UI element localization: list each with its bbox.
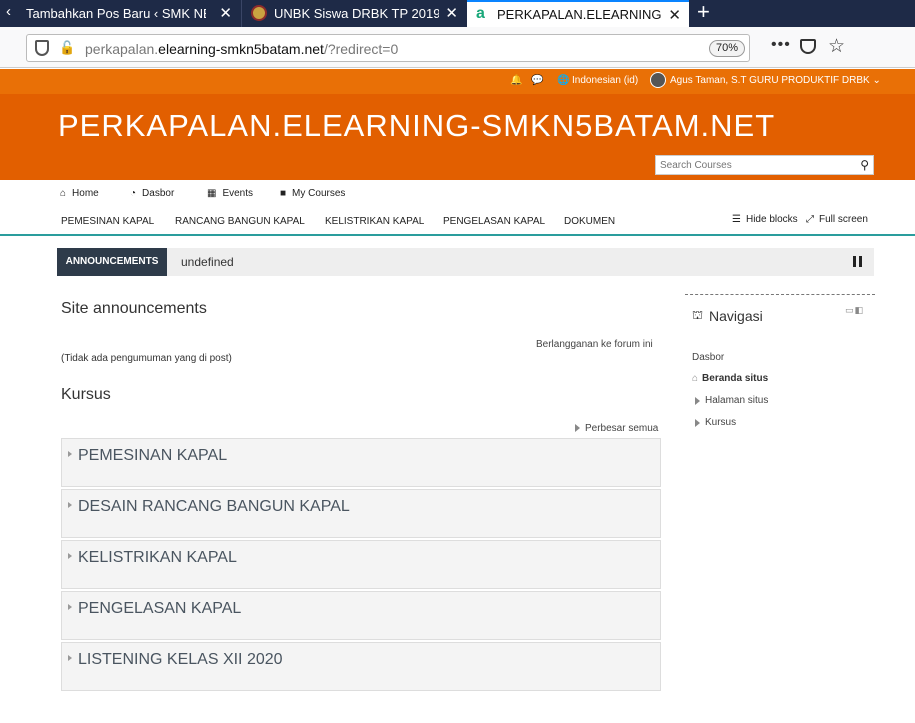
caret-right-icon: [68, 502, 72, 508]
nav-courses[interactable]: Kursus: [695, 417, 736, 428]
pause-icon[interactable]: [853, 256, 863, 267]
home-icon: ⌂: [60, 188, 67, 199]
caret-right-icon: [695, 396, 700, 405]
chat-icon[interactable]: 💬: [531, 75, 543, 86]
insecure-lock-icon[interactable]: 🔓: [59, 40, 75, 56]
chevron-left-icon: ‹: [6, 3, 11, 20]
course-item[interactable]: DESAIN RANCANG BANGUN KAPAL: [61, 489, 661, 538]
caret-right-icon: [68, 655, 72, 661]
calendar-icon: ▦: [207, 188, 217, 199]
browser-tab[interactable]: ‹ Tambahkan Pos Baru ‹ SMK NEGERI 5 ✕: [0, 0, 240, 27]
course-item[interactable]: LISTENING KELAS XII 2020: [61, 642, 661, 691]
close-icon[interactable]: ✕: [219, 4, 232, 22]
site-announcements-heading: Site announcements: [61, 300, 207, 317]
ticker-label: ANNOUNCEMENTS: [57, 248, 167, 276]
course-title[interactable]: DESAIN RANCANG BANGUN KAPAL: [78, 498, 350, 515]
caret-right-icon: [695, 418, 700, 427]
avatar[interactable]: [650, 72, 666, 88]
expand-icon: ⤢: [806, 214, 814, 225]
new-tab-icon[interactable]: +: [697, 0, 710, 24]
search-input[interactable]: [656, 156, 854, 174]
school-logo-icon: [251, 5, 267, 21]
course-item[interactable]: KELISTRIKAN KAPAL: [61, 540, 661, 589]
course-item[interactable]: PENGELASAN KAPAL: [61, 591, 661, 640]
hide-blocks-button[interactable]: ☰ Hide blocks: [732, 214, 798, 225]
ticker-text[interactable]: undefined: [181, 255, 234, 269]
nav-dasbor-link[interactable]: Dasbor: [692, 352, 724, 363]
tab-label: PERKAPALAN.ELEARNING-SMKN5BATAM: [497, 7, 661, 22]
expand-all-link[interactable]: Perbesar semua: [575, 423, 658, 434]
dashboard-icon: ◔: [130, 188, 137, 199]
search-icon[interactable]: ⚲: [860, 158, 869, 172]
block-divider: [685, 294, 875, 295]
user-menu[interactable]: Agus Taman, S.T GURU PRODUKTIF DRBK ⌄: [670, 75, 881, 86]
url-text[interactable]: perkapalan.elearning-smkn5batam.net/?red…: [85, 41, 398, 57]
site-title[interactable]: PERKAPALAN.ELEARNING-SMKN5BATAM.NET: [58, 108, 775, 144]
course-title[interactable]: KELISTRIKAN KAPAL: [78, 549, 237, 566]
list-icon: ☰: [732, 214, 741, 225]
globe-icon: 🌐: [557, 75, 570, 86]
page-actions-icon[interactable]: •••: [771, 36, 791, 54]
nav-dokumen[interactable]: DOKUMEN: [564, 216, 615, 227]
courses-heading: Kursus: [61, 386, 111, 403]
zoom-indicator[interactable]: 70%: [709, 40, 745, 57]
home-icon: ⌂: [692, 373, 699, 384]
caret-right-icon: [68, 553, 72, 559]
caret-right-icon: [575, 424, 580, 433]
nav-rancang-bangun-kapal[interactable]: RANCANG BANGUN KAPAL: [175, 216, 305, 227]
nav-events[interactable]: ▦ Events: [207, 188, 253, 199]
bell-icon[interactable]: 🔔: [510, 75, 522, 86]
user-topbar: 🔔 💬 🌐 Indonesian (id) Agus Taman, S.T GU…: [0, 69, 915, 94]
subscribe-link[interactable]: Berlangganan ke forum ini: [536, 339, 653, 350]
nav-home[interactable]: ⌂ Home: [60, 188, 99, 199]
moodle-icon: a: [476, 5, 485, 22]
shield-icon[interactable]: [35, 40, 49, 56]
close-icon[interactable]: ✕: [445, 4, 458, 22]
caret-right-icon: [68, 451, 72, 457]
tab-label: UNBK Siswa DRBK TP 2019/2020: [274, 6, 439, 21]
primary-nav: ⌂ Home ◔ Dasbor ▦ Events ■ My Courses: [0, 180, 915, 208]
sitemap-icon: ⛫: [692, 308, 704, 322]
browser-tab-active[interactable]: a PERKAPALAN.ELEARNING-SMKN5BATAM ✕: [467, 0, 689, 27]
browser-toolbar: 🔓 perkapalan.elearning-smkn5batam.net/?r…: [0, 27, 915, 68]
full-screen-button[interactable]: ⤢ Full screen: [806, 214, 868, 225]
course-item[interactable]: PEMESINAN KAPAL: [61, 438, 661, 487]
browser-tab-bar: ‹ Tambahkan Pos Baru ‹ SMK NEGERI 5 ✕ UN…: [0, 0, 915, 27]
nav-site-pages[interactable]: Halaman situs: [695, 395, 768, 406]
language-menu[interactable]: Indonesian (id): [572, 75, 638, 86]
course-title[interactable]: LISTENING KELAS XII 2020: [78, 651, 283, 668]
pocket-icon[interactable]: [800, 39, 816, 54]
address-bar[interactable]: 🔓 perkapalan.elearning-smkn5batam.net/?r…: [26, 34, 750, 62]
nav-pengelasan-kapal[interactable]: PENGELASAN KAPAL: [443, 216, 545, 227]
tab-label: Tambahkan Pos Baru ‹ SMK NEGERI 5: [26, 6, 206, 21]
close-icon[interactable]: ✕: [668, 6, 681, 24]
navigation-block-title: ⛫ Navigasi: [692, 308, 763, 324]
course-nav: PEMESINAN KAPAL RANCANG BANGUN KAPAL KEL…: [0, 208, 915, 236]
no-posts-message: (Tidak ada pengumuman yang di post): [61, 353, 232, 364]
site-banner: PERKAPALAN.ELEARNING-SMKN5BATAM.NET ⚲: [0, 94, 915, 180]
nav-kelistrikan-kapal[interactable]: KELISTRIKAN KAPAL: [325, 216, 424, 227]
nav-my-courses[interactable]: ■ My Courses: [280, 188, 345, 199]
caret-right-icon: [68, 604, 72, 610]
nav-pemesinan-kapal[interactable]: PEMESINAN KAPAL: [61, 216, 154, 227]
announcement-ticker: ANNOUNCEMENTS undefined: [57, 248, 874, 276]
course-title[interactable]: PENGELASAN KAPAL: [78, 600, 241, 617]
browser-tab[interactable]: UNBK Siswa DRBK TP 2019/2020 ✕: [241, 0, 466, 27]
block-controls-icon[interactable]: ▭◧: [845, 305, 864, 316]
nav-site-home[interactable]: ⌂ Beranda situs: [692, 373, 768, 384]
course-title[interactable]: PEMESINAN KAPAL: [78, 447, 227, 464]
course-search: ⚲: [655, 155, 874, 175]
bookmark-star-icon[interactable]: ☆: [828, 35, 845, 58]
briefcase-icon: ■: [280, 188, 287, 199]
nav-dasbor[interactable]: ◔ Dasbor: [130, 188, 174, 199]
